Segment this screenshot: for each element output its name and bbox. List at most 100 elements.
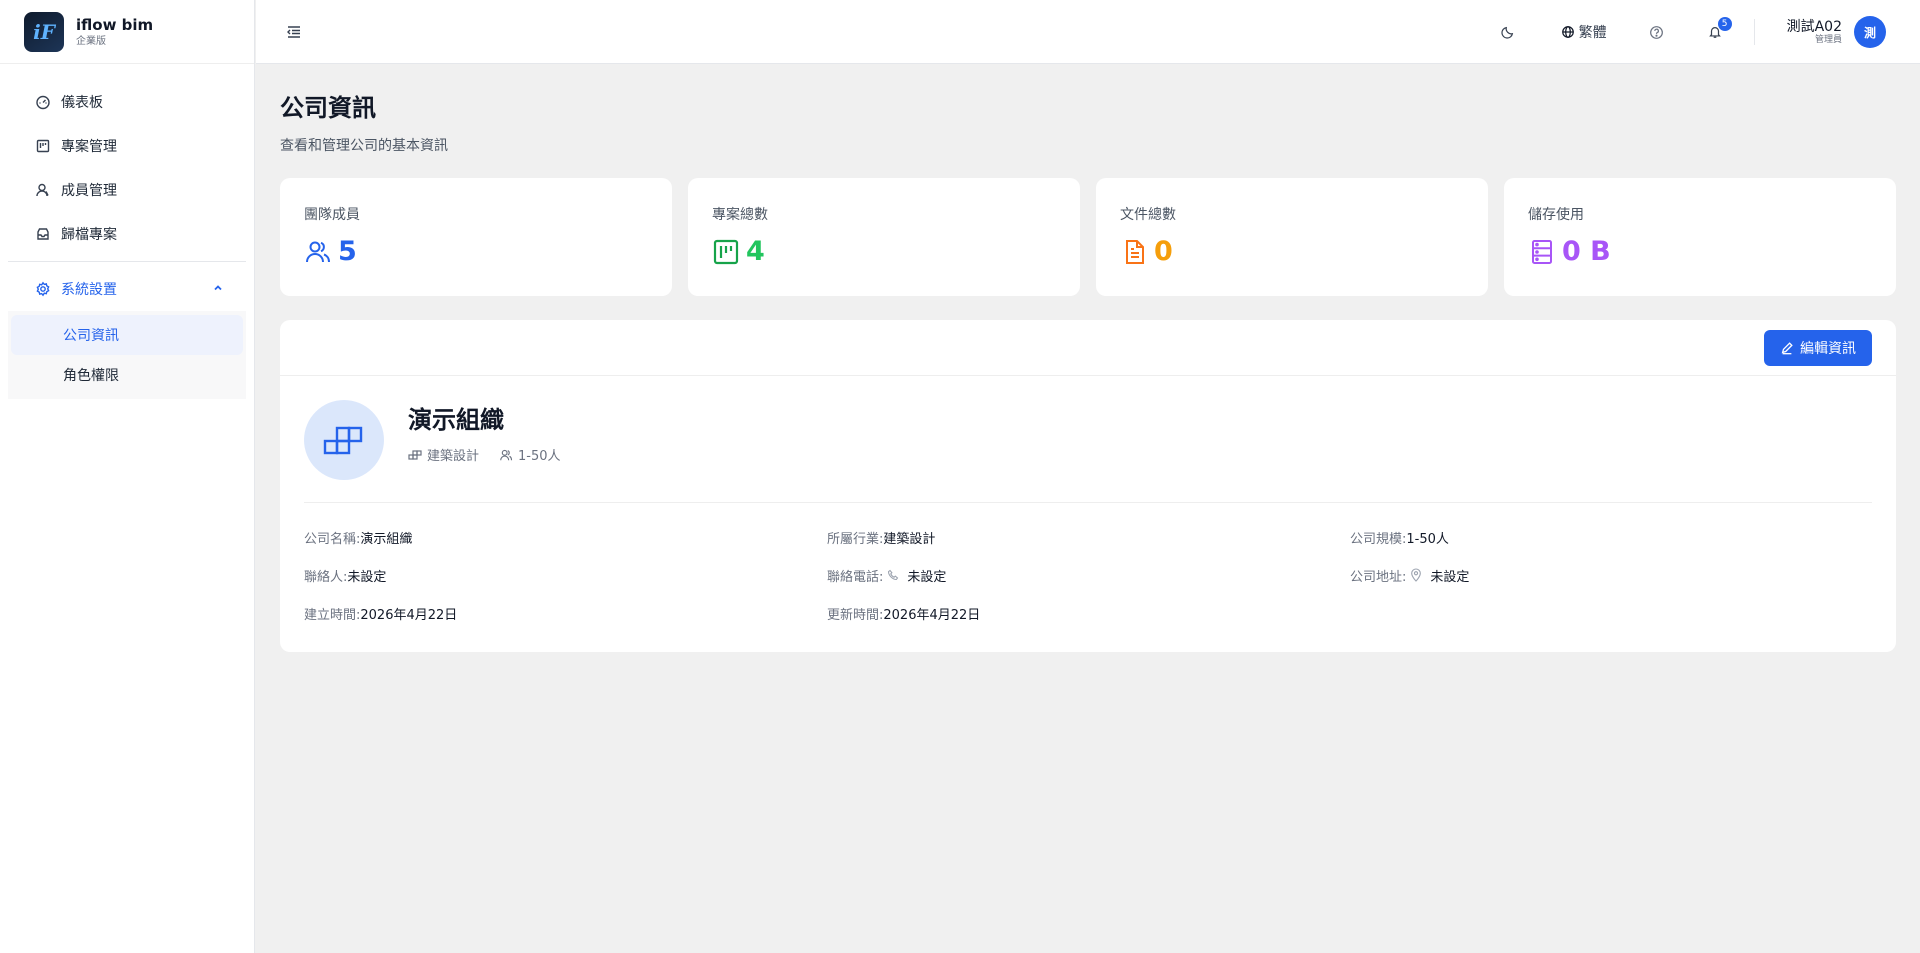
detail-phone: 聯絡電話: 未設定 bbox=[827, 563, 1350, 587]
stat-card-storage: 儲存使用 0 B bbox=[1504, 178, 1896, 296]
stat-value: 0 B bbox=[1562, 236, 1611, 267]
user-info[interactable]: 測試A02 管理員 bbox=[1787, 19, 1842, 45]
industry-tag-label: 建築設計 bbox=[427, 449, 480, 464]
stat-label: 團隊成員 bbox=[304, 207, 360, 223]
detail-value: 建築設計 bbox=[883, 531, 936, 547]
detail-value: 未設定 bbox=[1430, 569, 1470, 585]
detail-label: 更新時間: bbox=[827, 607, 884, 623]
detail-label: 建立時間: bbox=[304, 607, 361, 623]
detail-company-name: 公司名稱: 演示組織 bbox=[304, 525, 827, 549]
size-tag-label: 1-50人 bbox=[518, 449, 561, 464]
stat-value: 4 bbox=[746, 236, 765, 267]
sidebar-item-label: 專案管理 bbox=[61, 139, 117, 155]
page-subtitle: 查看和管理公司的基本資訊 bbox=[280, 138, 448, 154]
stat-label: 儲存使用 bbox=[1528, 207, 1584, 223]
detail-value: 演示組織 bbox=[360, 531, 413, 547]
detail-value: 2026年4月22日 bbox=[883, 607, 981, 623]
archive-icon bbox=[35, 226, 51, 242]
language-switch-button[interactable]: 繁體 bbox=[1561, 22, 1607, 42]
file-icon bbox=[1120, 238, 1154, 266]
phone-icon bbox=[883, 569, 907, 581]
detail-contact: 聯絡人: 未設定 bbox=[304, 563, 827, 587]
sidebar-nav: 儀表板 專案管理 成員管理 歸檔專案 系統設置 公司資訊 角色權限 bbox=[0, 64, 254, 399]
chevron-up-icon[interactable] bbox=[212, 282, 224, 298]
sidebar-item-label: 成員管理 bbox=[61, 183, 117, 199]
stats-row: 團隊成員 5 專案總數 4 文件總數 0 儲存使用 0 B bbox=[280, 178, 1896, 296]
user-role: 管理員 bbox=[1814, 34, 1842, 45]
org-name: 演示組織 bbox=[408, 406, 504, 434]
server-icon bbox=[1528, 238, 1562, 266]
edit-pencil-icon bbox=[1780, 341, 1794, 355]
org-logo bbox=[304, 400, 384, 480]
user-name: 測試A02 bbox=[1786, 18, 1842, 35]
detail-industry: 所屬行業: 建築設計 bbox=[827, 525, 1350, 549]
detail-label: 聯絡電話: bbox=[827, 569, 884, 585]
sidebar-item-projects[interactable]: 專案管理 bbox=[8, 124, 246, 168]
detail-updated: 更新時間: 2026年4月22日 bbox=[827, 601, 1350, 625]
globe-icon bbox=[1561, 25, 1575, 39]
detail-value: 未設定 bbox=[907, 569, 947, 585]
detail-label: 公司名稱: bbox=[304, 531, 361, 547]
detail-created: 建立時間: 2026年4月22日 bbox=[304, 601, 827, 625]
edit-button-label: 編輯資訊 bbox=[1800, 341, 1856, 357]
detail-size: 公司規模: 1-50人 bbox=[1350, 525, 1873, 549]
stat-card-projects: 專案總數 4 bbox=[688, 178, 1080, 296]
brand-name: iflow bim bbox=[76, 15, 154, 34]
sidebar-item-label: 角色權限 bbox=[63, 368, 119, 384]
settings-submenu: 公司資訊 角色權限 bbox=[8, 311, 246, 399]
stat-value: 5 bbox=[338, 236, 357, 267]
detail-value: 1-50人 bbox=[1406, 531, 1449, 547]
detail-value: 未設定 bbox=[347, 569, 387, 585]
sidebar-item-dashboard[interactable]: 儀表板 bbox=[8, 80, 246, 124]
detail-label: 聯絡人: bbox=[304, 569, 348, 585]
brand[interactable]: iF iflow bim 企業版 bbox=[0, 0, 254, 64]
edit-info-button[interactable]: 編輯資訊 bbox=[1764, 330, 1872, 366]
page-title: 公司資訊 bbox=[280, 94, 376, 122]
notification-button[interactable]: 5 bbox=[1708, 17, 1732, 39]
sidebar-item-company-info[interactable]: 公司資訊 bbox=[11, 315, 243, 355]
sidebar-item-label: 儀表板 bbox=[61, 95, 103, 111]
detail-label: 公司地址: bbox=[1350, 569, 1407, 585]
stat-card-files: 文件總數 0 bbox=[1096, 178, 1488, 296]
nav-divider bbox=[8, 261, 246, 262]
size-tag: 1-50人 bbox=[499, 445, 561, 464]
kanban-icon bbox=[35, 138, 51, 154]
sidebar-item-role-permissions[interactable]: 角色權限 bbox=[11, 355, 243, 395]
users-small-icon bbox=[499, 448, 513, 462]
detail-address: 公司地址: 未設定 bbox=[1350, 563, 1873, 587]
location-pin-icon bbox=[1406, 568, 1430, 582]
top-header: 繁體 5 測試A02 管理員 測 bbox=[256, 0, 1920, 64]
sidebar-item-label: 系統設置 bbox=[61, 282, 117, 298]
dark-mode-moon-icon[interactable] bbox=[1500, 25, 1515, 39]
user-icon bbox=[35, 182, 51, 198]
sidebar-item-label: 歸檔專案 bbox=[61, 227, 117, 243]
help-icon[interactable] bbox=[1649, 25, 1664, 40]
main-content: 公司資訊 查看和管理公司的基本資訊 團隊成員 5 專案總數 4 文件總數 0 儲… bbox=[280, 64, 1896, 652]
stat-label: 專案總數 bbox=[712, 207, 768, 223]
detail-label: 所屬行業: bbox=[827, 531, 884, 547]
header-divider bbox=[1753, 19, 1755, 45]
sidebar-item-members[interactable]: 成員管理 bbox=[8, 168, 246, 212]
brand-edition: 企業版 bbox=[76, 35, 106, 47]
blocks-small-icon bbox=[408, 449, 422, 461]
sidebar: iF iflow bim 企業版 儀表板 專案管理 成員管理 歸檔專案 系統設置… bbox=[0, 0, 255, 953]
kanban-icon bbox=[712, 238, 746, 266]
dashboard-icon bbox=[35, 94, 51, 110]
detail-value: 2026年4月22日 bbox=[360, 607, 458, 623]
sidebar-item-archive[interactable]: 歸檔專案 bbox=[8, 212, 246, 256]
company-info-card: 編輯資訊 演示組織 建築設計 1-50人 公司名稱: 演示組織 所屬行業: 建築… bbox=[280, 320, 1896, 652]
stat-label: 文件總數 bbox=[1120, 207, 1176, 223]
industry-tag: 建築設計 bbox=[408, 445, 479, 464]
gear-icon bbox=[35, 281, 51, 297]
avatar[interactable]: 測 bbox=[1854, 16, 1886, 48]
stat-card-members: 團隊成員 5 bbox=[280, 178, 672, 296]
brand-logo: iF bbox=[24, 11, 64, 52]
company-details: 公司名稱: 演示組織 所屬行業: 建築設計 公司規模: 1-50人 聯絡人: 未… bbox=[280, 503, 1896, 625]
users-icon bbox=[304, 238, 338, 266]
notification-badge: 5 bbox=[1717, 17, 1732, 31]
sidebar-item-settings[interactable]: 系統設置 bbox=[8, 267, 246, 311]
blocks-icon bbox=[323, 424, 365, 456]
sidebar-toggle-icon[interactable] bbox=[286, 24, 302, 44]
detail-label: 公司規模: bbox=[1350, 531, 1407, 547]
stat-value: 0 bbox=[1154, 236, 1173, 267]
